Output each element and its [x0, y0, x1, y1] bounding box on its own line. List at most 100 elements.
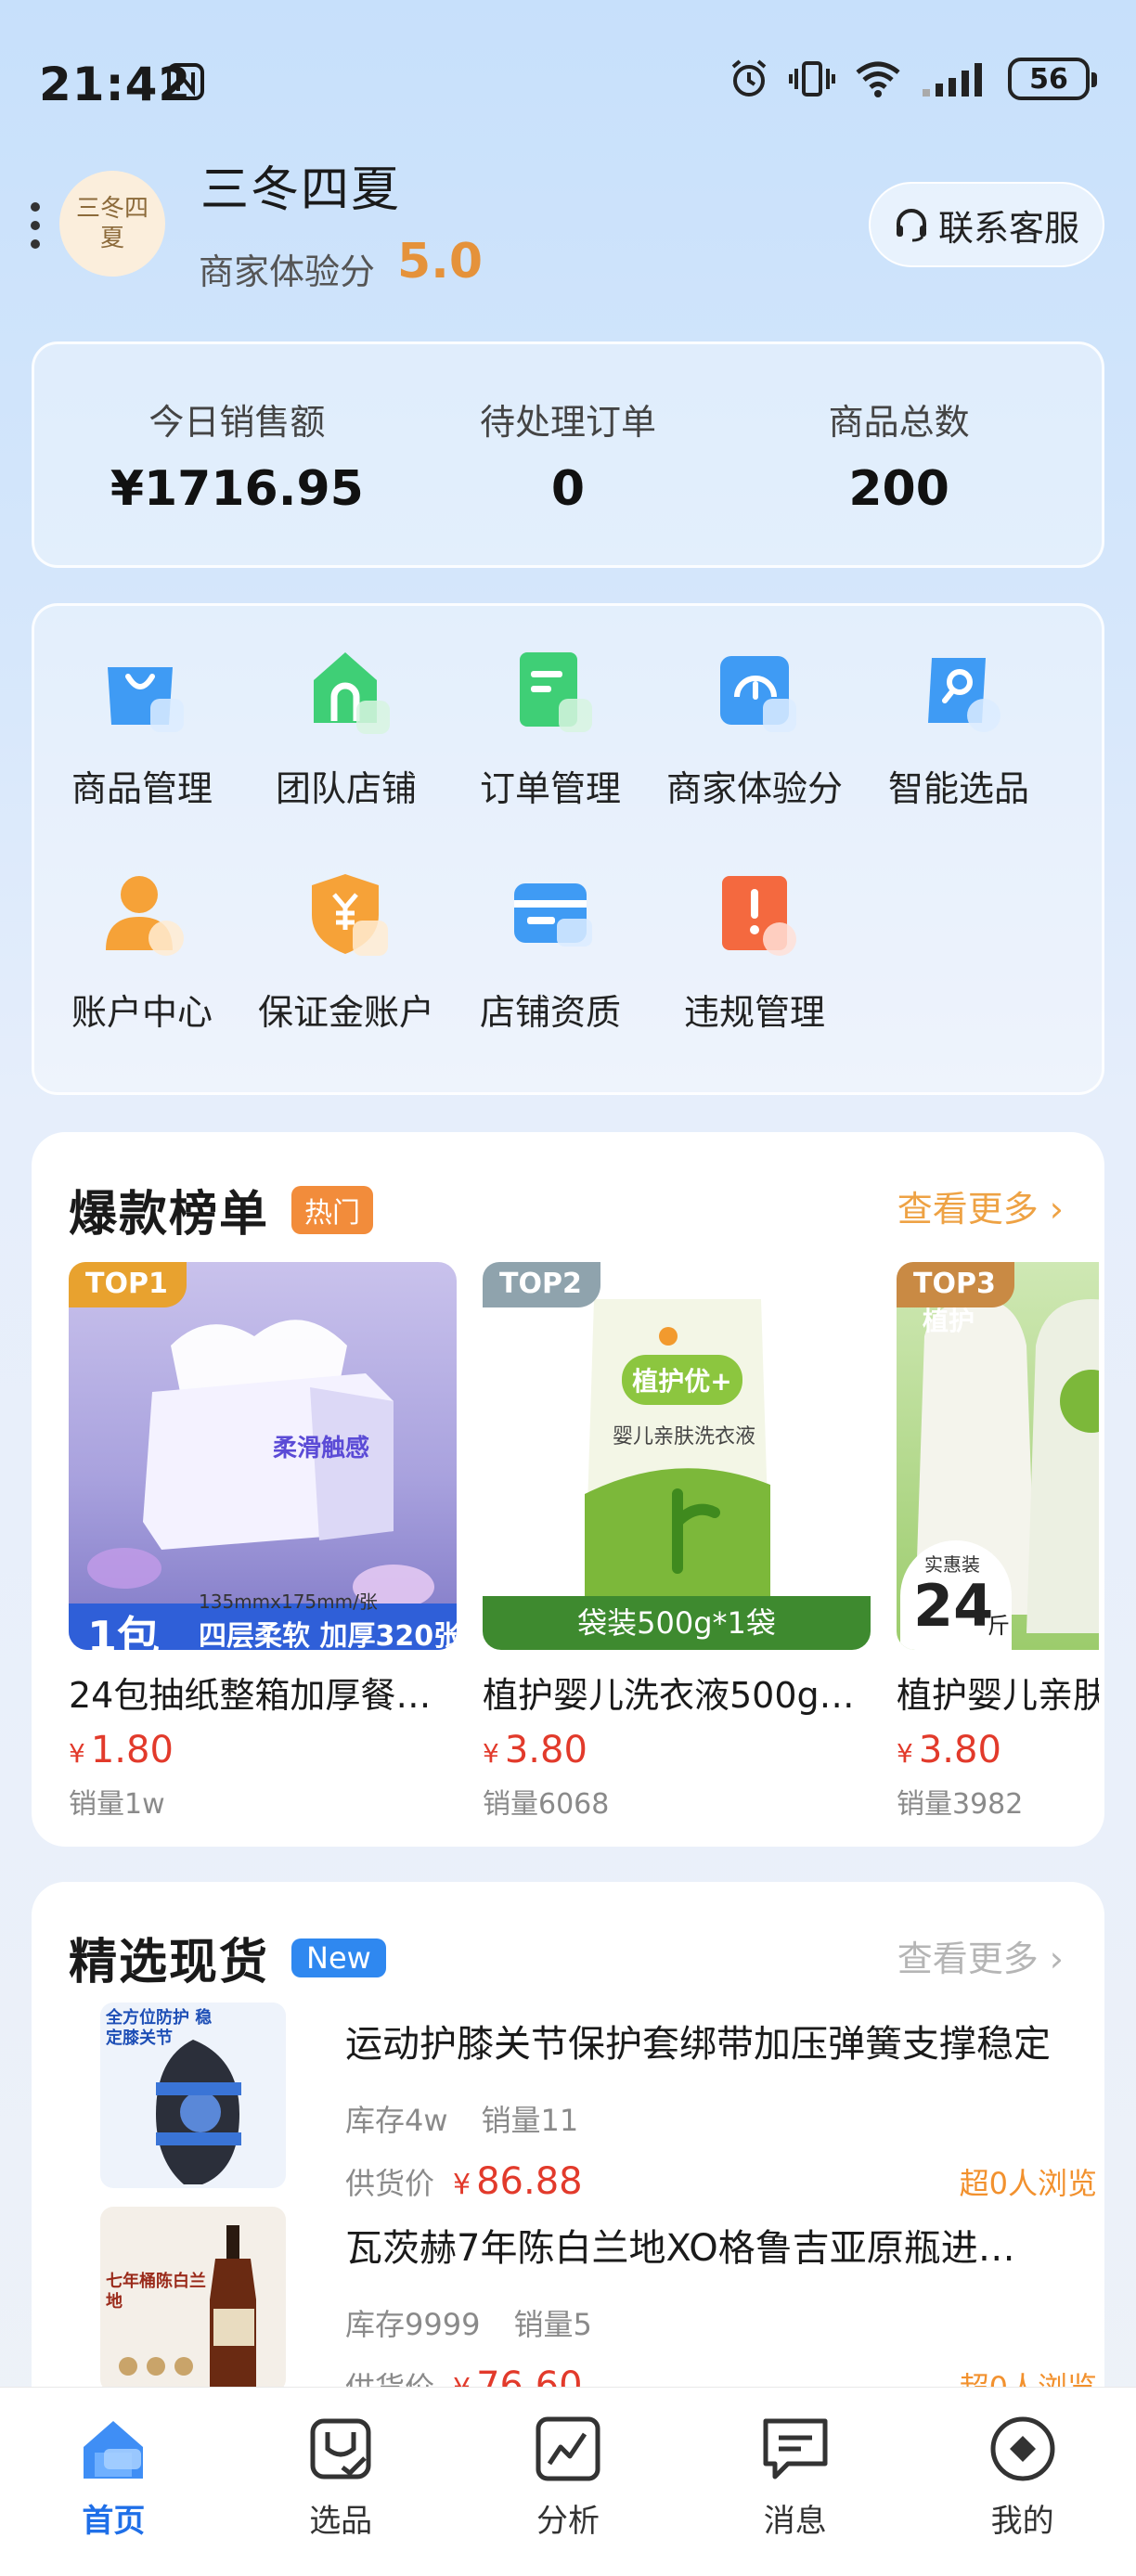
selected-item[interactable]: 全方位防护 稳定膝关节 运动护膝关节保护套绑带加压弹簧支撑稳定 库存4w 销量1… [63, 2003, 1097, 2207]
selected-item-name: 运动护膝关节保护套绑带加压弹簧支撑稳定 [345, 2023, 1051, 2066]
chart-icon [536, 2416, 600, 2481]
product-sales: 销量3982 [897, 1788, 1024, 1821]
product-image-caption-right: 四层柔软 加厚320张 [199, 1620, 457, 1650]
selected-item-price: ¥86.88 [453, 2160, 583, 2203]
grid-label: 商品管理 [71, 768, 213, 809]
vibrate-icon [789, 61, 835, 97]
hot-list-more-link[interactable]: 查看更多 › [897, 1180, 1064, 1231]
stat-pending-orders[interactable]: 待处理订单 0 [429, 393, 707, 517]
product-card[interactable]: 植护 实惠装 24 斤 TOP3 植护婴儿亲肤洗衣液 ¥3.80 销量3982 [897, 1262, 1099, 1837]
hot-list-section: 爆款榜单 热门 查看更多 › 柔滑触感 135mmx175mm/张 1包 四层柔… [32, 1132, 1104, 1847]
product-image-caption-left: 1包 [87, 1612, 161, 1650]
nav-label: 我的 [990, 2503, 1054, 2540]
stat-product-count[interactable]: 商品总数 200 [760, 393, 1039, 517]
nav-label: 分析 [536, 2503, 600, 2540]
grid-item-team-store[interactable]: 团队店铺 [244, 639, 448, 811]
message-icon [763, 2418, 828, 2479]
grid-item-account-center[interactable]: 账户中心 [40, 863, 244, 1035]
bag-icon [108, 667, 184, 732]
grid-item-store-qualification[interactable]: 店铺资质 [448, 863, 652, 1035]
grid-label: 订单管理 [479, 768, 621, 809]
product-image-caption: 袋装500g*1袋 [577, 1605, 776, 1641]
grid-item-merchant-score[interactable]: 商家体验分 [652, 639, 857, 811]
selected-item-meta: 库存9999 销量5 [345, 2301, 592, 2344]
selected-item-meta: 库存4w 销量11 [345, 2097, 578, 2140]
grid-item-smart-selection[interactable]: 智能选品 [857, 639, 1061, 811]
product-price: ¥1.80 [69, 1729, 174, 1771]
score-label: 商家体验分 [199, 251, 376, 292]
signal-icon [923, 63, 982, 97]
home-icon [84, 2421, 144, 2479]
stat-value: 200 [848, 460, 949, 517]
nfc-icon [167, 63, 204, 100]
nav-label: 首页 [82, 2503, 146, 2540]
grid-item-violation-management[interactable]: 违规管理 [652, 863, 857, 1035]
grid-item-product-management[interactable]: 商品管理 [40, 639, 244, 811]
stats-card: 今日销售额 ¥1716.95 待处理订单 0 商品总数 200 [32, 341, 1104, 568]
hot-product-carousel[interactable]: 柔滑触感 135mmx175mm/张 1包 四层柔软 加厚320张 TOP1 2… [69, 1262, 1099, 1837]
grid-label: 账户中心 [71, 992, 213, 1033]
stat-label: 待处理订单 [479, 401, 656, 443]
product-image-brand: 柔滑触感 [273, 1435, 370, 1462]
product-image-badge-unit: 斤 [988, 1613, 1010, 1639]
grid-label: 智能选品 [887, 768, 1029, 809]
search-icon [928, 658, 1000, 732]
selected-item-stock: 库存4w [345, 2103, 448, 2138]
product-card[interactable]: 植护优+ 婴儿亲肤洗衣液 袋装500g*1袋 TOP2 植护婴儿洗衣液500g袋… [483, 1262, 871, 1837]
selected-item-thumbnail: 七年桶陈白兰地 [100, 2207, 286, 2392]
contact-service-button[interactable]: 联系客服 [869, 182, 1104, 267]
product-sales: 销量6068 [483, 1788, 610, 1821]
product-price: ¥3.80 [897, 1729, 1001, 1771]
gauge-icon [720, 656, 796, 732]
nav-home[interactable]: 首页 [20, 2412, 206, 2576]
contact-service-label: 联系客服 [937, 207, 1079, 249]
wifi-icon [856, 61, 900, 97]
selected-more-link[interactable]: 查看更多 › [897, 1930, 1064, 1981]
grid-item-deposit-account[interactable]: 保证金账户 [244, 863, 448, 1035]
nav-profile[interactable]: 我的 [930, 2412, 1116, 2576]
grid-label: 店铺资质 [479, 992, 621, 1033]
nav-select[interactable]: 选品 [248, 2412, 433, 2576]
nav-messages[interactable]: 消息 [703, 2412, 888, 2576]
menu-dots-button[interactable] [30, 202, 41, 249]
product-sales: 销量1w [69, 1788, 165, 1821]
select-icon [310, 2418, 371, 2479]
grid-item-order-management[interactable]: 订单管理 [448, 639, 652, 811]
selected-item-sales: 销量11 [481, 2103, 579, 2138]
selected-title: 精选现货 [69, 1935, 270, 1990]
selected-item-price-row: 供货价 ¥86.88 超0人浏览 [345, 2160, 1097, 2203]
hot-tag: 热门 [291, 1185, 374, 1234]
store-name: 三冬四夏 [200, 162, 402, 218]
rank-badge: TOP3 [897, 1262, 1014, 1307]
stat-sales[interactable]: 今日销售额 ¥1716.95 [97, 393, 376, 517]
product-image: 植护 实惠装 24 斤 [897, 1262, 1099, 1650]
stat-value: ¥1716.95 [110, 460, 364, 517]
product-image-sub: 婴儿亲肤洗衣液 [613, 1425, 756, 1449]
nav-label: 选品 [309, 2503, 373, 2540]
user-icon [106, 876, 184, 956]
price-label: 供货价 [345, 2166, 435, 2201]
alert-icon [722, 876, 796, 956]
thumbnail-text: 全方位防护 稳定膝关节 [106, 2008, 213, 2048]
avatar[interactable]: 三冬四夏 [59, 171, 165, 277]
product-image-badge-num: 24 [913, 1572, 994, 1640]
product-name: 24包抽纸整箱加厚餐巾纸 [69, 1675, 457, 1716]
status-icons: 56 [728, 58, 1097, 100]
selected-item[interactable]: 七年桶陈白兰地 瓦茨赫7年陈白兰地XO格鲁吉亚原瓶进口洋酒 库存9999 销量5… [63, 2207, 1097, 2411]
selected-item-thumbnail: 全方位防护 稳定膝关节 [100, 2003, 286, 2188]
new-tag: New [291, 1938, 386, 1977]
nav-label: 消息 [763, 2503, 827, 2540]
shield-yen-icon [312, 874, 388, 956]
function-grid: 商品管理 团队店铺 订单管理 商家体验分 智能选品 账户中心 保证金账户 店铺资… [32, 603, 1104, 1095]
grid-label: 团队店铺 [275, 768, 417, 809]
product-image-size: 135mmx175mm/张 [199, 1591, 378, 1613]
stat-value: 0 [550, 460, 586, 517]
product-image: 植护优+ 婴儿亲肤洗衣液 袋装500g*1袋 [483, 1262, 871, 1650]
product-price: ¥3.80 [483, 1729, 587, 1771]
battery-indicator: 56 [1008, 58, 1097, 100]
license-icon [514, 883, 592, 947]
headset-icon [896, 209, 926, 242]
nav-analysis[interactable]: 分析 [475, 2412, 661, 2576]
product-image: 柔滑触感 135mmx175mm/张 1包 四层柔软 加厚320张 [69, 1262, 457, 1650]
product-card[interactable]: 柔滑触感 135mmx175mm/张 1包 四层柔软 加厚320张 TOP1 2… [69, 1262, 457, 1837]
